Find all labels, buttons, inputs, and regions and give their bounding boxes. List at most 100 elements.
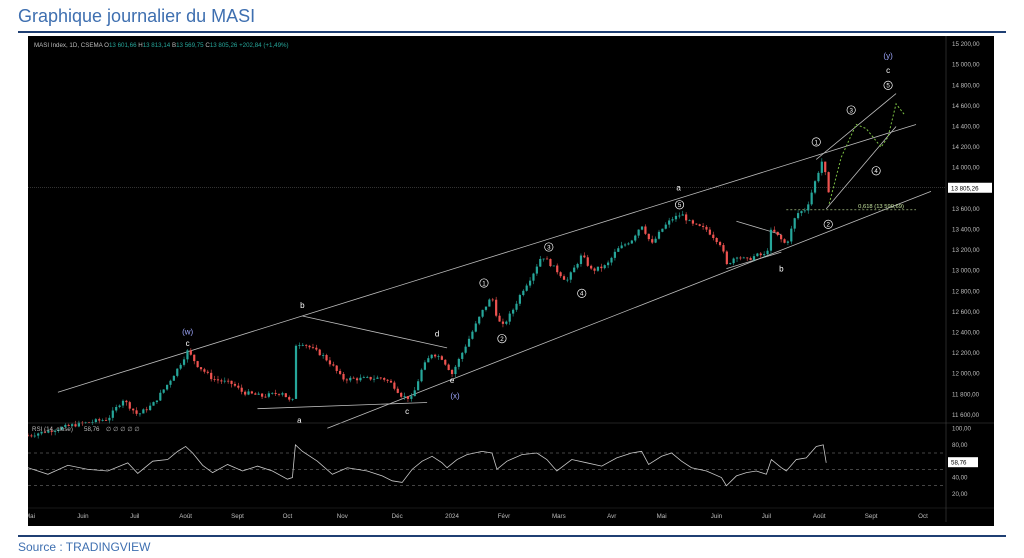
candle-body [508, 313, 511, 322]
candle-body [26, 435, 30, 437]
source-note: Source : TRADINGVIEW [18, 540, 151, 554]
chart-panel: 0,618 (13 590,69) (w) c b a d e (x) c 1 2 3 4 5 a b 1 2 3… [25, 36, 994, 526]
candle-body [752, 256, 756, 260]
candle-body [142, 409, 145, 414]
candle-body [729, 263, 732, 265]
month-label: Juin [711, 513, 723, 520]
candle-body [444, 359, 447, 365]
candle-body [512, 309, 515, 314]
fib-label: 0,618 (13 590,69) [858, 204, 904, 210]
candle-body [427, 358, 430, 363]
candle-body [515, 303, 518, 310]
chart-header: MASI Index, 1D, CSEMA O13 601,66 H13 813… [34, 42, 289, 49]
candle-body [528, 280, 532, 286]
candle-body [318, 349, 321, 356]
candle-body [773, 229, 776, 232]
candle-body [111, 410, 114, 418]
candle-body [756, 253, 759, 257]
wave-label: (w) [182, 328, 193, 337]
price-tick-label: 14 200,00 [952, 144, 980, 151]
wave-label: 2 [500, 336, 504, 343]
candle-body [386, 379, 389, 381]
candle-body [674, 215, 678, 220]
candle-body [668, 220, 671, 225]
candle-body [145, 409, 148, 411]
source-rule [18, 535, 1006, 537]
price-tick-label: 13 600,00 [952, 206, 980, 213]
candle-body [450, 370, 454, 375]
candle-body [630, 240, 633, 244]
price-tick-label: 12 000,00 [952, 371, 980, 378]
candle-body [620, 245, 623, 249]
wave-label: (x) [450, 391, 460, 400]
title-rule [18, 31, 1006, 33]
price-tick-label: 12 800,00 [952, 288, 980, 295]
wave-label: b [300, 301, 305, 310]
header-part-0: MASI Index, 1D, CSEMA [34, 42, 104, 49]
candle-body [298, 345, 301, 346]
candle-body [115, 406, 118, 411]
price-tick-label: 13 400,00 [952, 226, 980, 233]
candle-body [271, 392, 274, 394]
candle-body [230, 380, 233, 384]
candle-body [237, 385, 240, 388]
wave-label: a [297, 416, 302, 425]
header-part-9: +202,84 (+1,49%) [239, 42, 289, 49]
candle-body [362, 377, 365, 379]
candle-body [355, 378, 359, 381]
candle-body [600, 266, 603, 269]
price-tick-label: 13 000,00 [952, 268, 980, 275]
candle-body [566, 279, 569, 281]
candle-body [467, 338, 471, 347]
candle-body [433, 354, 437, 357]
candle-body [627, 243, 630, 245]
month-label: Oct [918, 513, 928, 520]
candle-body [556, 265, 559, 273]
candle-body [369, 376, 372, 380]
candle-body [37, 433, 40, 436]
rsi-extra: ∅ ∅ ∅ ∅ ∅ [106, 426, 140, 433]
wave-label: 3 [849, 107, 853, 114]
triangle-lower-line [257, 402, 428, 410]
wave-label: 2 [826, 222, 830, 229]
candle-body [328, 360, 332, 365]
candle-body [542, 258, 545, 260]
candle-body [403, 396, 406, 397]
candle-body [647, 233, 650, 240]
candle-body [769, 229, 773, 251]
candle-body [420, 369, 423, 382]
candle-body [135, 410, 138, 414]
candle-body [705, 226, 708, 230]
candle-body [746, 257, 749, 259]
projection-upper-line [815, 93, 897, 160]
candle-body [172, 375, 175, 381]
wave-label: d [435, 330, 439, 339]
last-price-label: 13 805,26 [951, 185, 979, 192]
candle-body [664, 224, 667, 229]
candle-body [766, 250, 769, 255]
wave-label: 5 [678, 202, 682, 209]
rsi-value-inline: 58,76 [84, 426, 100, 433]
header-part-2: 13 601,66 [109, 42, 138, 49]
candle-body [379, 377, 382, 379]
candle-body [593, 268, 596, 271]
candle-body [671, 219, 674, 221]
month-label: Mai [28, 513, 35, 520]
candle-body [549, 259, 552, 267]
candle-body [501, 321, 505, 324]
candle-body [125, 400, 128, 403]
candle-body [718, 242, 722, 246]
candle-body [617, 248, 620, 252]
candle-body [732, 258, 735, 264]
candle-body [247, 391, 250, 395]
candle-body [634, 235, 637, 241]
candle-body [410, 396, 413, 399]
month-label: Juin [77, 513, 89, 520]
candle-body [518, 295, 522, 304]
candle-body [220, 380, 223, 382]
candle-body [430, 354, 433, 359]
candle-body [488, 299, 491, 307]
candle-body [701, 225, 705, 227]
candle-body [813, 181, 817, 193]
wave-label: 4 [874, 168, 878, 175]
